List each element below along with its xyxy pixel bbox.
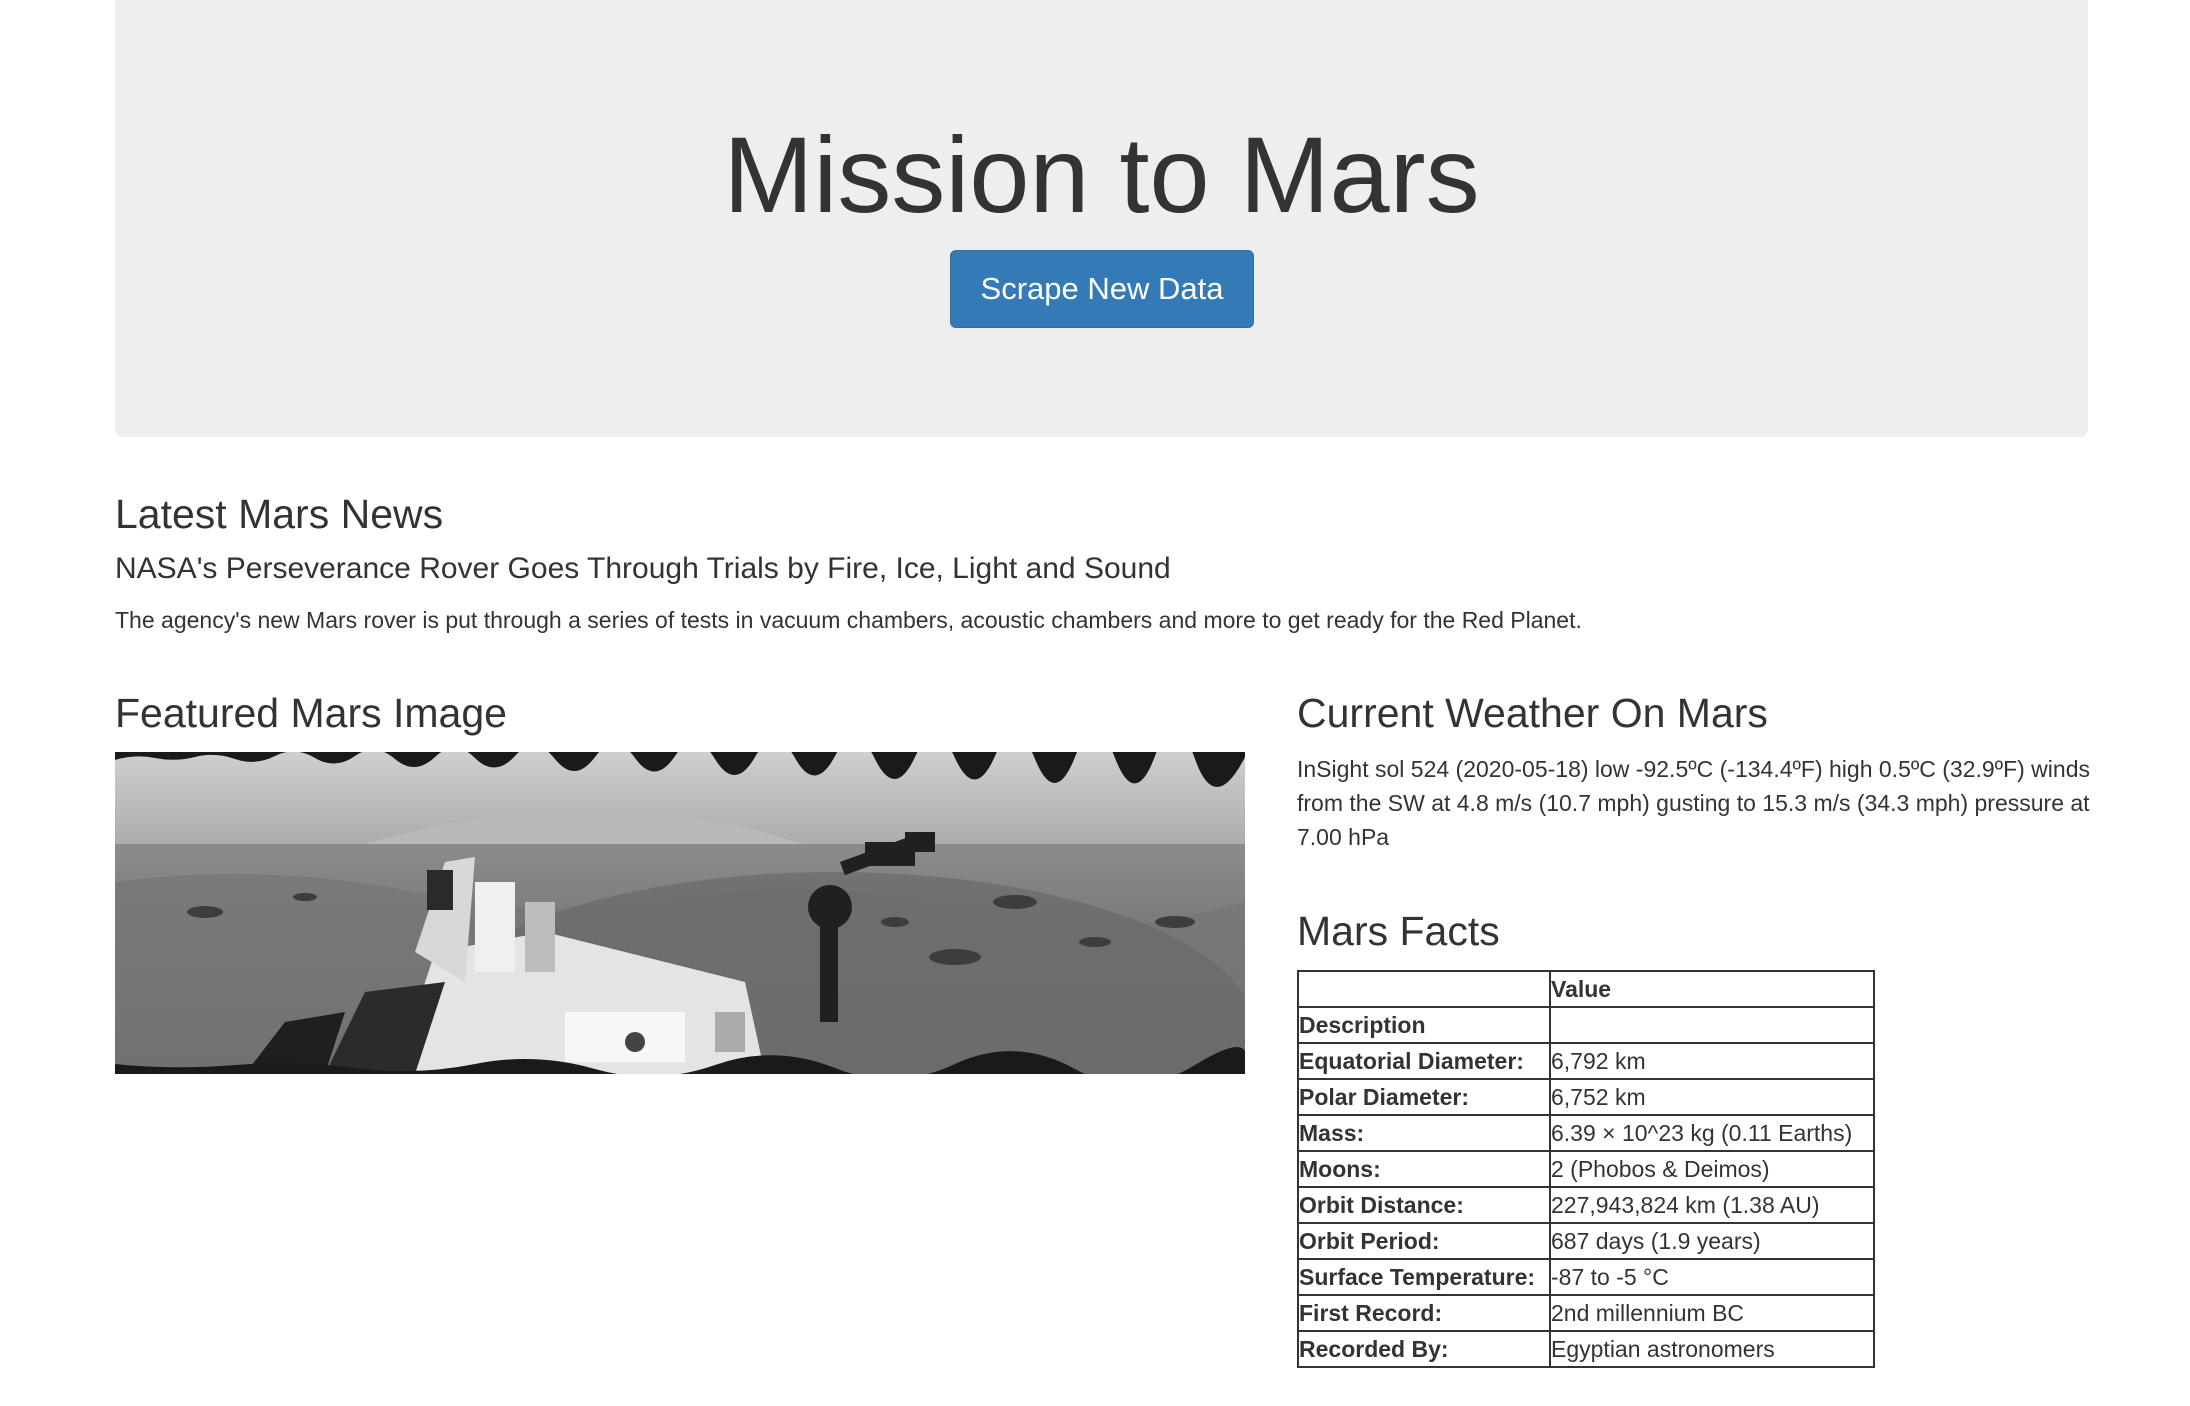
- news-teaser: The agency's new Mars rover is put throu…: [115, 607, 1582, 633]
- table-row: Equatorial Diameter: 6,792 km: [1297, 1042, 1875, 1080]
- fact-value: 2nd millennium BC: [1549, 1294, 1875, 1332]
- fact-label: First Record:: [1297, 1294, 1551, 1332]
- fact-label: Polar Diameter:: [1297, 1078, 1551, 1116]
- fact-label: Surface Temperature:: [1297, 1258, 1551, 1296]
- table-row: Orbit Distance: 227,943,824 km (1.38 AU): [1297, 1186, 1875, 1224]
- mars-facts-heading: Mars Facts: [1297, 908, 1500, 954]
- table-index-empty: [1549, 1006, 1875, 1044]
- fact-value: 227,943,824 km (1.38 AU): [1549, 1186, 1875, 1224]
- table-index-row: Description: [1297, 1006, 1875, 1044]
- table-header-blank: [1297, 970, 1551, 1008]
- table-header-value: Value: [1549, 970, 1875, 1008]
- fact-label: Recorded By:: [1297, 1330, 1551, 1368]
- table-row: First Record: 2nd millennium BC: [1297, 1294, 1875, 1332]
- featured-image-heading: Featured Mars Image: [115, 690, 507, 736]
- table-index-label: Description: [1297, 1006, 1551, 1044]
- table-row: Moons: 2 (Phobos & Deimos): [1297, 1150, 1875, 1188]
- fact-label: Orbit Distance:: [1297, 1186, 1551, 1224]
- table-row: Mass: 6.39 × 10^23 kg (0.11 Earths): [1297, 1114, 1875, 1152]
- table-row: Orbit Period: 687 days (1.9 years): [1297, 1222, 1875, 1260]
- featured-mars-image[interactable]: [115, 752, 1245, 1074]
- fact-value: 687 days (1.9 years): [1549, 1222, 1875, 1260]
- jumbotron: Mission to Mars Scrape New Data: [115, 0, 2088, 437]
- fact-value: 6,792 km: [1549, 1042, 1875, 1080]
- fact-value: 6,752 km: [1549, 1078, 1875, 1116]
- scrape-new-data-button[interactable]: Scrape New Data: [950, 250, 1254, 328]
- table-row: Recorded By: Egyptian astronomers: [1297, 1330, 1875, 1368]
- fact-value: -87 to -5 °C: [1549, 1258, 1875, 1296]
- table-row: Polar Diameter: 6,752 km: [1297, 1078, 1875, 1116]
- fact-value: Egyptian astronomers: [1549, 1330, 1875, 1368]
- news-headline: NASA's Perseverance Rover Goes Through T…: [115, 552, 1171, 585]
- weather-heading: Current Weather On Mars: [1297, 690, 1768, 736]
- page: Mission to Mars Scrape New Data Latest M…: [0, 0, 2190, 1406]
- page-title: Mission to Mars: [723, 114, 1480, 235]
- table-header-row: Value: [1297, 970, 1875, 1008]
- fact-value: 6.39 × 10^23 kg (0.11 Earths): [1549, 1114, 1875, 1152]
- fact-label: Equatorial Diameter:: [1297, 1042, 1551, 1080]
- table-row: Surface Temperature: -87 to -5 °C: [1297, 1258, 1875, 1296]
- mars-facts-table: Value Description Equatorial Diameter: 6…: [1297, 970, 1875, 1368]
- weather-report: InSight sol 524 (2020-05-18) low -92.5ºC…: [1297, 756, 2090, 850]
- fact-label: Moons:: [1297, 1150, 1551, 1188]
- fact-value: 2 (Phobos & Deimos): [1549, 1150, 1875, 1188]
- fact-label: Orbit Period:: [1297, 1222, 1551, 1260]
- fact-label: Mass:: [1297, 1114, 1551, 1152]
- latest-news-heading: Latest Mars News: [115, 491, 444, 537]
